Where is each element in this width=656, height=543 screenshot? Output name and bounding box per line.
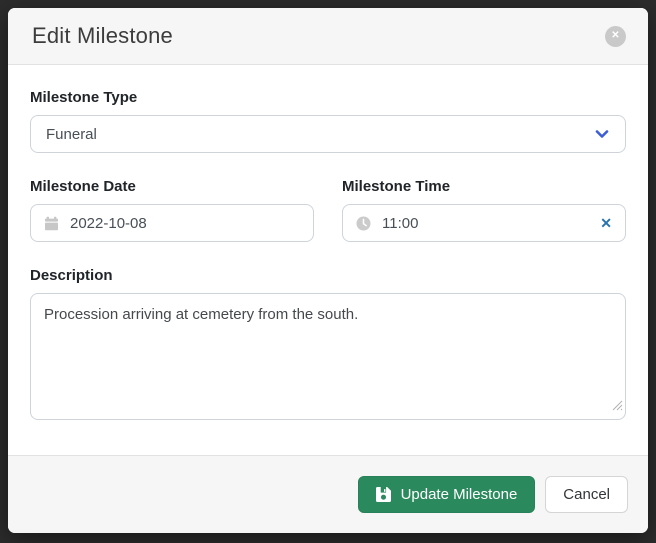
modal-footer: Update Milestone Cancel xyxy=(8,455,648,533)
update-milestone-label: Update Milestone xyxy=(401,486,518,503)
milestone-time-input-group: ✕ xyxy=(342,204,626,242)
description-label: Description xyxy=(30,267,626,284)
cancel-button[interactable]: Cancel xyxy=(545,476,628,513)
modal-header: Edit Milestone ✕ xyxy=(8,8,648,65)
modal-title: Edit Milestone xyxy=(32,23,173,49)
milestone-date-input[interactable] xyxy=(70,215,300,232)
milestone-time-col: Milestone Time ✕ xyxy=(342,178,626,242)
milestone-type-select[interactable]: Funeral xyxy=(30,115,626,153)
clear-x-icon: ✕ xyxy=(600,215,612,231)
milestone-type-group: Milestone Type Funeral xyxy=(30,89,626,153)
milestone-date-col: Milestone Date xyxy=(30,178,314,242)
modal-body: Milestone Type Funeral Milestone Date xyxy=(8,65,648,455)
date-time-row: Milestone Date Milestone Time xyxy=(30,178,626,242)
milestone-time-input[interactable] xyxy=(382,215,589,232)
description-textarea[interactable]: Procession arriving at cemetery from the… xyxy=(30,293,626,420)
description-group: Description Procession arriving at cemet… xyxy=(30,267,626,420)
close-button[interactable]: ✕ xyxy=(605,26,626,47)
modal-overlay: Edit Milestone ✕ Milestone Type Funeral … xyxy=(0,0,656,543)
close-icon: ✕ xyxy=(611,31,619,41)
clock-icon xyxy=(356,216,371,231)
milestone-time-label: Milestone Time xyxy=(342,178,626,195)
description-textarea-wrap: Procession arriving at cemetery from the… xyxy=(30,293,626,420)
save-icon xyxy=(376,487,391,502)
milestone-type-value: Funeral xyxy=(46,126,97,143)
milestone-type-label: Milestone Type xyxy=(30,89,626,106)
clear-time-button[interactable]: ✕ xyxy=(600,216,612,230)
milestone-date-label: Milestone Date xyxy=(30,178,314,195)
milestone-date-input-group xyxy=(30,204,314,242)
update-milestone-button[interactable]: Update Milestone xyxy=(358,476,536,513)
chevron-down-icon xyxy=(594,126,610,142)
edit-milestone-modal: Edit Milestone ✕ Milestone Type Funeral … xyxy=(8,8,648,533)
calendar-icon xyxy=(44,216,59,231)
